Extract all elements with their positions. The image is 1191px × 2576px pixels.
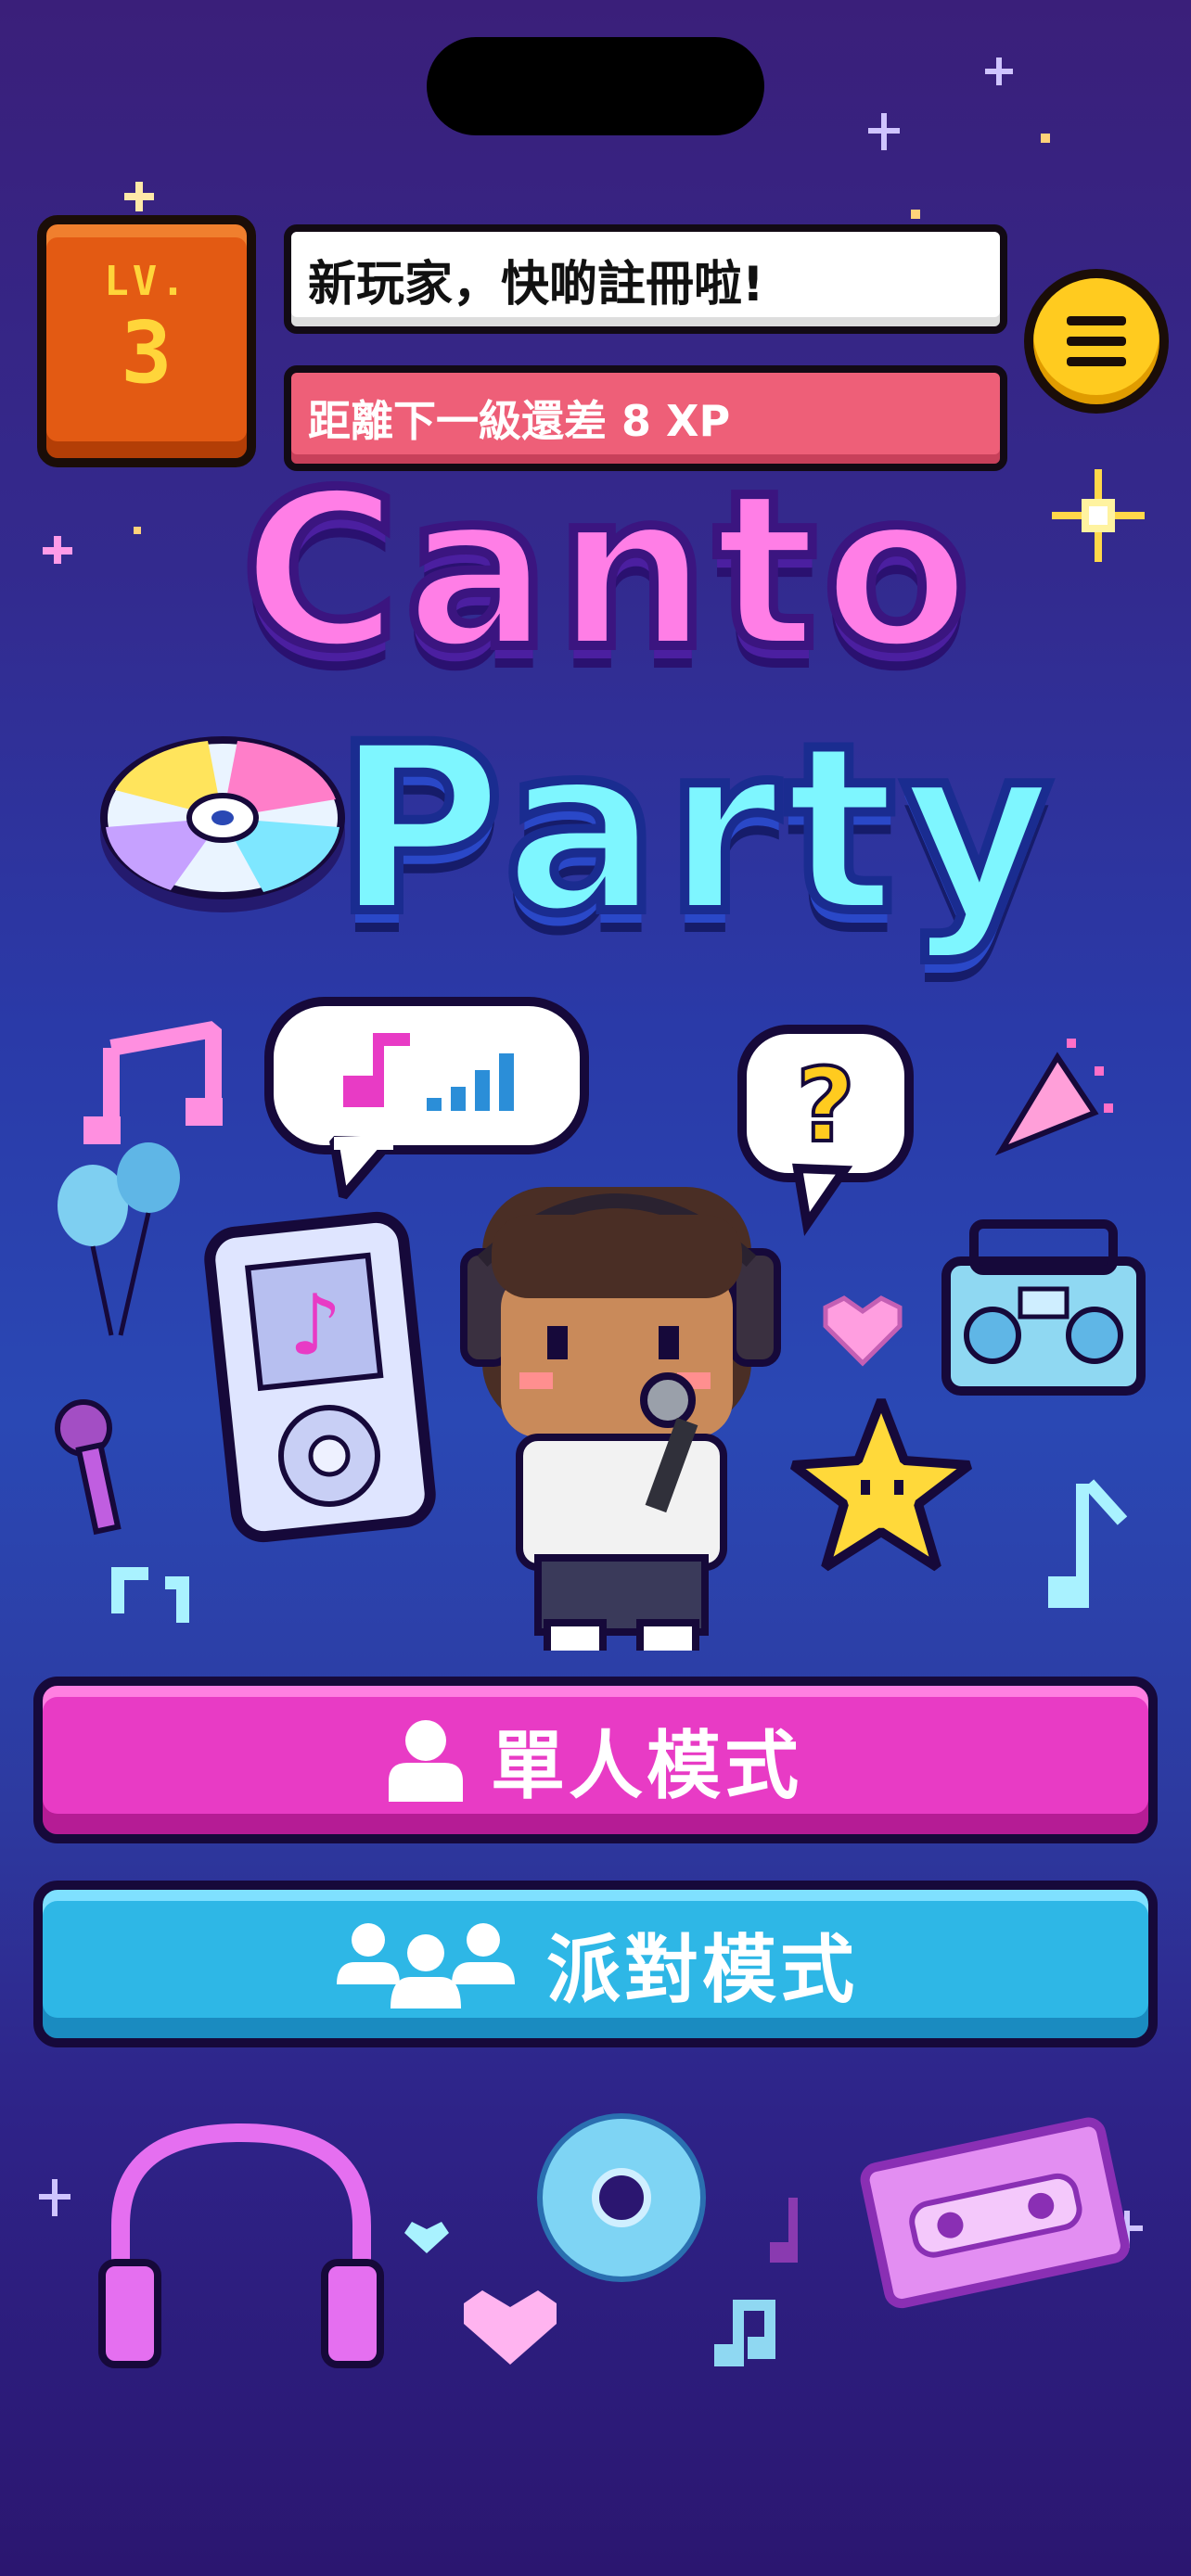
title-canto: Canto xyxy=(237,446,977,696)
svg-text:?: ? xyxy=(796,1046,855,1165)
register-prompt-text: 新玩家，快啲註冊啦! xyxy=(308,256,764,312)
party-mode-button[interactable]: 派對模式 xyxy=(33,1881,1158,2047)
heart-icon xyxy=(404,2222,449,2253)
user-icon xyxy=(389,1720,463,1802)
cd-icon xyxy=(537,2113,706,2282)
party-mode-label: 派對模式 xyxy=(546,1927,858,2013)
party-popper-icon xyxy=(994,1039,1113,1156)
music-note-icon xyxy=(714,2300,775,2366)
level-value: 3 xyxy=(121,303,173,402)
music-speech-bubble xyxy=(264,997,589,1200)
bottom-decorations xyxy=(98,2113,1130,2368)
title-party: Party xyxy=(329,695,1058,964)
register-banner[interactable]: 新玩家，快啲註冊啦! xyxy=(284,224,1007,334)
heart-icon xyxy=(823,1295,903,1367)
solo-mode-button[interactable]: 單人模式 xyxy=(33,1677,1158,1843)
mp3-player-icon: ♪ xyxy=(204,1211,436,1543)
quote-mark-icon xyxy=(111,1567,189,1623)
cassette-icon xyxy=(860,2117,1130,2309)
microphone-icon xyxy=(55,1399,122,1536)
headphones-icon xyxy=(98,2123,384,2368)
level-label: LV. xyxy=(104,258,189,305)
xp-message-text: 距離下一級還差 8 XP xyxy=(308,396,731,446)
music-note-icon xyxy=(770,2198,798,2263)
solo-mode-label: 單人模式 xyxy=(491,1723,802,1809)
music-note-icon xyxy=(83,1021,223,1144)
cd-icon xyxy=(100,736,345,912)
sparkle-burst xyxy=(1052,469,1145,562)
menu-button[interactable] xyxy=(1024,269,1169,414)
heart-icon xyxy=(464,2290,557,2365)
singer-character xyxy=(460,1187,781,1651)
group-icon xyxy=(337,1923,515,2009)
scene-illustration: ? ♪ xyxy=(55,997,1146,1651)
level-badge: LV. 3 xyxy=(37,215,256,467)
balloon-icon xyxy=(58,1142,180,1336)
menu-icon xyxy=(1067,316,1126,366)
music-note-icon xyxy=(1048,1479,1128,1608)
question-bubble-icon: ? xyxy=(737,1025,914,1237)
star-icon xyxy=(789,1398,973,1572)
svg-text:♪: ♪ xyxy=(288,1277,341,1374)
boombox-icon xyxy=(941,1219,1146,1396)
